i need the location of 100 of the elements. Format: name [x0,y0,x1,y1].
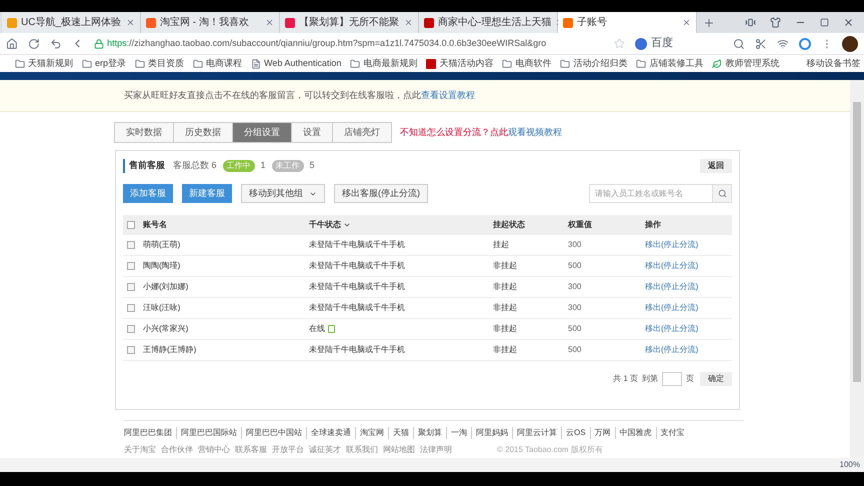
move-dropdown[interactable]: 移动到其他组 [241,184,325,203]
footer-link[interactable]: 法律声明 [420,444,452,456]
undo-icon[interactable] [50,38,62,50]
footer-link[interactable]: 联系我们 [346,444,378,456]
tab[interactable]: 实时数据 [114,122,174,143]
remove-link[interactable]: 移出(停止分流) [645,303,698,312]
close-icon [126,18,135,27]
link[interactable]: 查看设置教程 [421,90,475,100]
footer-link[interactable]: 阿里妈妈 [471,427,512,439]
footer-link[interactable]: 云OS [561,427,590,439]
shirt-icon[interactable] [770,17,781,28]
address-field[interactable]: https://zizhanghao.taobao.com/subaccount/qianniu/group.htm?spm=a1z1l.7475034.0.0.6b3e30eeWIRSal&gro [94,34,604,52]
bookmark[interactable]: 类目资质 [135,56,184,70]
table-cell: 王博静(王博静) [143,345,196,354]
footer-link[interactable]: 联系客服 [235,444,267,456]
bookmark[interactable]: 教师管理系统 [712,56,780,70]
tab[interactable]: 分组设置 [232,122,292,143]
footer-link[interactable]: 一淘 [446,427,471,439]
remove-link[interactable]: 移出(停止分流) [645,324,698,333]
browser-tab[interactable]: UC导航_极速上网体验 [2,12,141,33]
remove-link[interactable]: 移出(停止分流) [645,282,698,291]
back-button[interactable]: 返回 [700,159,732,173]
bookmark[interactable]: erp登录 [82,56,126,70]
footer-link[interactable]: 网站地图 [383,444,415,456]
browser-tab[interactable]: 淘宝网 - 淘！我喜欢 [141,12,280,33]
bookmark[interactable]: 移动设备书签 [806,56,860,70]
wifi-icon[interactable] [776,38,789,50]
footer-link[interactable]: 营销中心 [198,444,230,456]
footer-link[interactable]: 万网 [590,427,615,439]
bookmark[interactable]: 电商课程 [193,56,242,70]
footer-link[interactable]: 全球速卖通 [306,427,355,439]
scissors-icon[interactable] [755,38,767,50]
checkbox[interactable] [127,221,135,229]
footer-link[interactable]: 阿里云计算 [512,427,561,439]
bookmark-star-icon[interactable] [614,38,626,49]
checkbox[interactable] [127,346,135,354]
bookmark[interactable]: 电商最新规则 [350,56,418,70]
checkbox[interactable] [127,262,135,270]
close-icon [265,18,274,27]
footer-link[interactable]: 支付宝 [656,427,689,439]
folder-icon [135,58,146,68]
search-engine-field[interactable]: 百度 [635,35,724,52]
confirm-button[interactable]: 确定 [700,372,732,386]
action-button[interactable]: 移出客服(停止分流) [334,184,428,203]
search-icon[interactable] [733,38,746,50]
folder-icon [560,58,570,68]
checkbox[interactable] [127,325,135,333]
vibrate-icon[interactable] [745,17,756,28]
checkbox[interactable] [127,241,135,249]
footer-link[interactable]: 天猫 [388,427,413,439]
footer-link[interactable]: 淘宝网 [355,427,388,439]
home-icon[interactable] [6,38,18,50]
table-cell: 300 [568,240,582,249]
bookmark[interactable]: 店铺装修工具 [636,56,704,70]
search-button[interactable] [713,184,732,203]
bookmark[interactable]: 电商软件 [502,56,552,70]
tab[interactable]: 设置 [291,122,333,143]
tab-title: 商家中心-理想生活上天猫 [438,16,552,30]
footer-link[interactable]: 合作伙伴 [161,444,193,456]
table-cell: 小娜(刘加娜) [143,282,188,291]
bookmark[interactable]: Web Authentication [251,56,342,70]
new-tab-icon[interactable] [703,17,715,29]
footer-link[interactable]: 阿里巴巴国际站 [176,427,241,439]
footer-link[interactable]: 阿里巴巴中国站 [241,427,306,439]
close-icon [404,18,413,27]
remove-link[interactable]: 移出(停止分流) [645,345,698,354]
footer-link[interactable]: 开放平台 [272,444,304,456]
browser-tab[interactable]: 商家中心-理想生活上天猫 [419,12,558,33]
footer-link[interactable]: 诚征英才 [309,444,341,456]
table-cell: 萌萌(王萌) [143,240,180,249]
remove-link[interactable]: 移出(停止分流) [645,261,698,270]
column-header[interactable]: 千牛状态 [309,219,351,231]
group-title: 售前客服 [123,159,165,173]
refresh-badge-icon[interactable] [798,38,811,50]
search-field[interactable]: 请输入员工姓名或账号名 [589,184,713,203]
link[interactable]: 观看视频教程 [508,126,562,137]
tab[interactable]: 历史数据 [173,122,233,143]
bookmark[interactable]: 天猫活动内容 [426,56,494,70]
maximize-icon[interactable] [820,18,829,27]
reload-icon[interactable] [28,38,40,50]
footer-link[interactable]: 聚划算 [413,427,446,439]
status-badge: 未工作 [272,160,304,172]
footer-link[interactable]: 关于淘宝 [124,444,156,456]
bookmark[interactable]: 活动介绍归类 [560,56,628,70]
footer-link[interactable]: 中国雅虎 [614,427,656,439]
footer-link[interactable]: 阿里巴巴集团 [124,427,176,439]
remove-link[interactable]: 移出(停止分流) [645,240,698,249]
avatar[interactable] [842,36,858,52]
table-cell: 300 [568,303,582,312]
table-cell: 未登陆千牛电脑或千牛手机 [309,302,405,314]
close-icon[interactable] [843,17,854,28]
page-field[interactable] [662,372,682,386]
table-cell: 挂起 [493,240,509,249]
checkbox[interactable] [127,283,135,291]
browser-tab[interactable]: 子账号 [558,12,697,33]
checkbox[interactable] [127,304,135,312]
goto-label: 到第 [642,373,658,385]
tab[interactable]: 店铺亮灯 [332,122,392,143]
browser-tab[interactable]: 【聚划算】无所不能聚 [280,12,419,33]
bookmark[interactable]: 天猫新规则 [15,56,73,70]
